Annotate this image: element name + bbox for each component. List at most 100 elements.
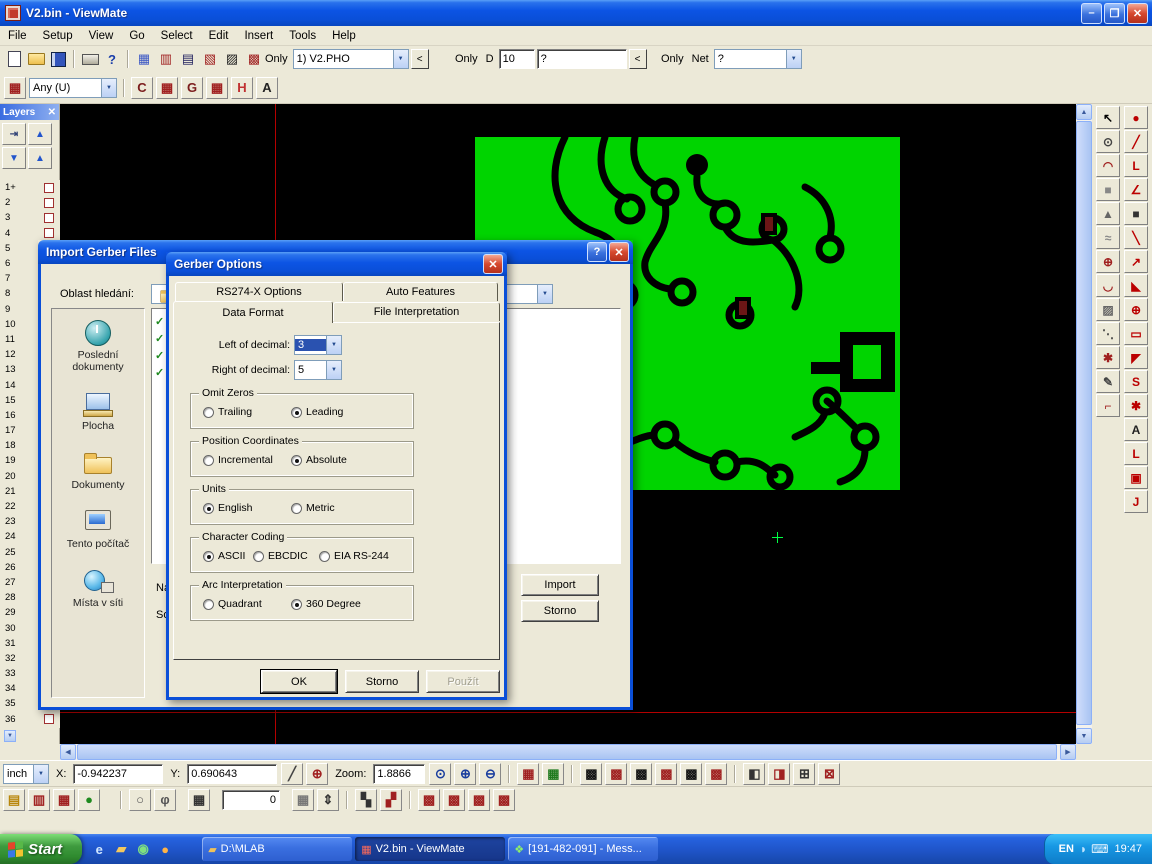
aperture-display-icon[interactable]: ▩ [493,789,515,811]
layer-combobox[interactable]: 1) V2.PHO ▼ [293,49,409,69]
layers-panel-titlebar[interactable]: Layers ✕ [0,104,59,120]
zoom-tool-icon[interactable]: ⊕ [454,763,476,785]
new-file-icon[interactable] [4,49,24,69]
horizontal-scrollbar[interactable]: ◀ ▶ [60,744,1076,760]
selection-mode-icon[interactable]: H [231,77,253,99]
edit-tool-icon[interactable]: ✱ [1124,394,1148,417]
edit-tool-icon[interactable]: ▣ [1124,466,1148,489]
menu-item[interactable]: Select [153,26,201,45]
language-indicator[interactable]: EN [1059,843,1074,855]
layer-color-swatch[interactable] [44,228,54,238]
only-layer-label[interactable]: Only [265,53,288,65]
draw-tool-icon[interactable]: ◠ [1096,154,1120,177]
toolbar-pattern-icon[interactable]: ▤ [178,49,198,69]
radio-english[interactable]: English [203,502,252,514]
radio-trailing[interactable]: Trailing [203,406,252,418]
import-button[interactable]: Import [521,574,599,596]
open-file-icon[interactable] [26,49,46,69]
aperture-display-icon[interactable]: ▩ [418,789,440,811]
tray-icon[interactable]: ◗ [1080,842,1087,856]
layers-tool-icon[interactable]: ▲ [28,147,52,169]
selection-mode-icon[interactable]: C [131,77,153,99]
toolbar-pattern-icon[interactable]: ▨ [222,49,242,69]
save-file-icon[interactable] [48,49,68,69]
units-combobox[interactable]: inch ▼ [3,764,49,784]
layers-tool-icon[interactable]: ⇥ [2,123,26,145]
import-cancel-button[interactable]: Storno [521,600,599,622]
dropdown-arrow-icon[interactable]: ▼ [537,285,552,303]
selection-mode-icon[interactable]: ▦ [206,77,228,99]
edit-tool-icon[interactable]: ▭ [1124,322,1148,345]
ok-button[interactable]: OK [261,670,337,693]
probe-tool-icon[interactable]: φ [154,789,176,811]
gerber-options-close-button[interactable]: ✕ [483,254,503,274]
status-tool-icon[interactable]: ● [78,789,100,811]
maximize-button[interactable]: ❐ [1104,3,1125,24]
edit-tool-icon[interactable]: L [1124,442,1148,465]
layers-tool-icon[interactable]: ▼ [2,147,26,169]
menu-item[interactable]: File [0,26,35,45]
zoom-tool-icon[interactable]: ⊖ [479,763,501,785]
dropdown-arrow-icon[interactable]: ▼ [326,336,341,354]
menu-item[interactable]: Setup [35,26,81,45]
grid-toggle-icon[interactable]: ▦ [542,763,564,785]
snap-tool-icon[interactable]: ⇕ [317,789,339,811]
selection-mode-icon[interactable]: A [256,77,278,99]
draw-tool-icon[interactable]: ⊕ [1096,250,1120,273]
fill-mode-icon[interactable]: ▚ [355,789,377,811]
edit-tool-icon[interactable]: L [1124,154,1148,177]
quick-launch-icon[interactable]: ▰ [112,840,130,858]
tab-rs274x-options[interactable]: RS274-X Options [175,282,343,301]
layer-row[interactable]: 3 [0,210,60,225]
tab-data-format[interactable]: Data Format [173,301,333,323]
layer-color-swatch[interactable] [44,714,54,724]
layers-close-icon[interactable]: ✕ [48,107,56,118]
draw-tool-icon[interactable]: ≈ [1096,226,1120,249]
edit-tool-icon[interactable]: ╲ [1124,226,1148,249]
dcode-input[interactable]: 10 [499,49,535,69]
layer-color-swatch[interactable] [44,198,54,208]
tab-auto-features[interactable]: Auto Features [343,282,498,301]
scroll-up-icon[interactable]: ▲ [1076,104,1092,120]
draw-tool-icon[interactable]: ▲ [1096,202,1120,225]
menu-item[interactable]: Edit [201,26,237,45]
left-of-decimal-combobox[interactable]: 3 ▼ [294,335,342,355]
menu-item[interactable]: Help [324,26,364,45]
radio-incremental[interactable]: Incremental [203,454,273,466]
display-mode-icon[interactable]: ▩ [705,763,727,785]
place-item[interactable]: Dokumenty [54,449,142,491]
draw-tool-icon[interactable]: ✎ [1096,370,1120,393]
draw-tool-icon[interactable]: ⌐ [1096,394,1120,417]
dialog-help-button[interactable]: ? [587,242,607,262]
only-net-label[interactable]: Only [661,53,684,65]
draw-tool-icon[interactable]: ⊙ [1096,130,1120,153]
only-dcode-label[interactable]: Only [455,53,478,65]
layer-row[interactable]: 1+ [0,180,60,195]
layer-color-swatch[interactable] [44,213,54,223]
apply-button[interactable]: Použít [426,670,500,693]
view-option-icon[interactable]: ◧ [743,763,765,785]
dropdown-arrow-icon[interactable]: ▼ [393,50,408,68]
fill-mode-icon[interactable]: ▞ [380,789,402,811]
menu-item[interactable]: Tools [281,26,324,45]
quick-launch-icon[interactable]: ● [156,840,174,858]
quick-launch-icon[interactable]: ◉ [134,840,152,858]
draw-tool-icon[interactable]: ◡ [1096,274,1120,297]
view-option-icon[interactable]: ◨ [768,763,790,785]
print-icon[interactable] [80,49,100,69]
dropdown-arrow-icon[interactable]: ▼ [326,361,341,379]
layers-tool-icon[interactable]: ▲ [28,123,52,145]
scroll-left-icon[interactable]: ◀ [60,744,76,760]
menu-item[interactable]: View [81,26,122,45]
draw-tool-icon[interactable]: ✱ [1096,346,1120,369]
aperture-display-icon[interactable]: ▩ [443,789,465,811]
net-combobox[interactable]: ? ▼ [714,49,802,69]
display-mode-icon[interactable]: ▩ [630,763,652,785]
selection-mode-icon[interactable]: G [181,77,203,99]
layer-row[interactable]: 36 [0,712,60,727]
dcode-query-input[interactable]: ? [537,49,627,69]
layer-row[interactable]: 4 [0,226,60,241]
start-button[interactable]: Start [0,834,82,864]
cancel-button[interactable]: Storno [345,670,419,693]
draw-tool-icon[interactable]: ⋱ [1096,322,1120,345]
